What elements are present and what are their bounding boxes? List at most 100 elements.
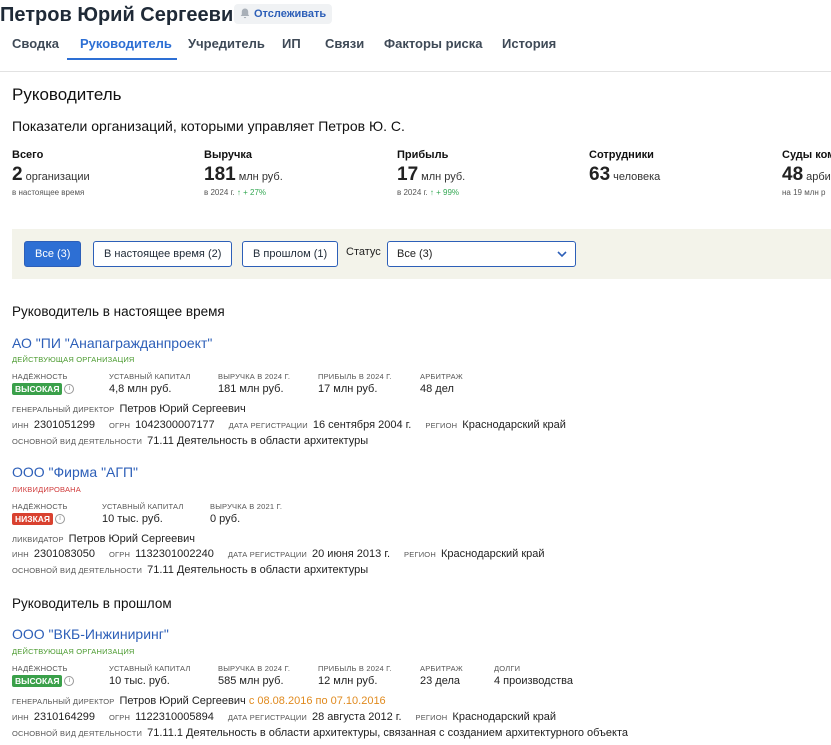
role-person[interactable]: Петров Юрий Сергеевич [119, 403, 245, 415]
org-link[interactable]: ООО "Фирма "АГП" [12, 464, 138, 480]
reliability-badge: НИЗКАЯ [12, 513, 54, 526]
info-icon[interactable]: i [55, 514, 66, 525]
track-button[interactable]: Отслеживать [234, 4, 333, 24]
field-value: 12 млн руб. [318, 675, 378, 687]
inn-value: 2310164299 [33, 711, 96, 723]
filter-past-button[interactable]: В прошлом (1) [242, 241, 339, 267]
tab-risk-factors[interactable]: Факторы риска [384, 36, 483, 60]
region-label: РЕГИОН [415, 713, 448, 722]
info-icon[interactable]: i [64, 676, 75, 687]
field-label: АРБИТРАЖ [420, 664, 463, 673]
tab-history[interactable]: История [502, 36, 556, 60]
role-label: ГЕНЕРАЛЬНЫЙ ДИРЕКТОР [12, 697, 115, 706]
activity-label: ОСНОВНОЙ ВИД ДЕЯТЕЛЬНОСТИ [12, 566, 143, 575]
reg-date-value: 20 июня 2013 г. [312, 548, 391, 560]
field-value: 585 млн руб. [218, 675, 284, 687]
profit-field: ПРИБЫЛЬ В 2024 Г. 17 млн руб. [318, 372, 392, 395]
org-ids-line: ИНН 2301083050 ОГРН 1132301002240 ДАТА РЕГИС… [12, 548, 545, 560]
org-ids-line: ИНН 2310164299 ОГРН 1122310005894 ДАТА РЕГИС… [12, 711, 556, 723]
stat-value: 2 [12, 164, 23, 185]
role-period: с 08.08.2016 по 07.10.2016 [248, 695, 386, 707]
stat-value: 181 [204, 164, 236, 185]
field-value[interactable]: 48 дел [420, 383, 463, 395]
tab-manager[interactable]: Руководитель [80, 36, 172, 60]
field-label: ПРИБЫЛЬ В 2024 Г. [318, 372, 392, 381]
field-value: 17 млн руб. [318, 383, 378, 395]
filter-all-button[interactable]: Все (3) [24, 241, 82, 267]
field-label: ПРИБЫЛЬ В 2024 Г. [318, 664, 392, 673]
role-person[interactable]: Петров Юрий Сергеевич [119, 695, 245, 707]
status-label: Статус [346, 246, 381, 258]
activity-value: 71.11 Деятельность в области архитектуры [147, 564, 369, 576]
ogrn-value: 1132301002240 [135, 548, 214, 560]
activity-value: 71.11.1 Деятельность в области архитекту… [147, 727, 629, 739]
page-header: Петров Юрий Сергеевич Отслеживать Сводка… [0, 0, 831, 72]
activity-label: ОСНОВНОЙ ВИД ДЕЯТЕЛЬНОСТИ [12, 437, 143, 446]
role-label: ЛИКВИДАТОР [12, 535, 64, 544]
stat-value: 17 [397, 164, 419, 185]
field-value: 4,8 млн руб. [109, 383, 172, 395]
stat-sub: в настоящее время [12, 188, 85, 197]
org-status: ЛИКВИДИРОВАНА [12, 485, 81, 494]
reg-date-value: 28 августа 2012 г. [312, 711, 402, 723]
active-tab-indicator [67, 58, 177, 60]
org-status: ДЕЙСТВУЮЩАЯ ОРГАНИЗАЦИЯ [12, 355, 135, 364]
stat-label: Прибыль [397, 149, 449, 161]
revenue-field: ВЫРУЧКА В 2021 Г. 0 руб. [210, 502, 282, 525]
activity-label: ОСНОВНОЙ ВИД ДЕЯТЕЛЬНОСТИ [12, 729, 143, 738]
field-value[interactable]: 4 производства [494, 675, 573, 687]
org-activity-line: ОСНОВНОЙ ВИД ДЕЯТЕЛЬНОСТИ 71.11 Деятельно… [12, 564, 368, 576]
arbitrage-field: АРБИТРАЖ 23 дела [420, 664, 463, 687]
field-label: ВЫРУЧКА В 2021 Г. [210, 502, 283, 511]
reg-date-label: ДАТА РЕГИСТРАЦИИ [227, 550, 308, 559]
reliability-field: НАДЁЖНОСТЬ ВЫСОКАЯ i [12, 372, 75, 396]
field-label: УСТАВНЫЙ КАПИТАЛ [109, 372, 191, 381]
field-value[interactable]: 23 дела [420, 675, 463, 687]
region-label: РЕГИОН [404, 550, 436, 559]
stat-label: Всего [12, 149, 44, 161]
org-role-line: ЛИКВИДАТОР Петров Юрий Сергеевич [12, 533, 195, 545]
chevron-down-icon [557, 251, 567, 258]
field-value: 10 тыс. руб. [102, 513, 163, 525]
arbitrage-field: АРБИТРАЖ 48 дел [420, 372, 463, 395]
org-link[interactable]: АО "ПИ "Анапагражданпроект" [12, 335, 212, 351]
page-subtitle: Показатели организаций, которыми управля… [12, 118, 405, 134]
org-activity-line: ОСНОВНОЙ ВИД ДЕЯТЕЛЬНОСТИ 71.11 Деятельно… [12, 435, 368, 447]
stat-value: 48 [782, 164, 804, 185]
field-label: НАДЁЖНОСТЬ [12, 664, 68, 673]
tab-links[interactable]: Связи [325, 36, 364, 60]
ogrn-label: ОГРН [109, 550, 131, 559]
filter-current-button[interactable]: В настоящее время (2) [93, 241, 233, 267]
field-label: НАДЁЖНОСТЬ [12, 502, 68, 511]
role-person[interactable]: Петров Юрий Сергеевич [69, 533, 195, 545]
activity-value: 71.11 Деятельность в области архитектуры [147, 435, 369, 447]
stat-profit: Прибыль 17 млн руб. в 2024 г. ↑ + 99% [397, 149, 465, 197]
debts-field: ДОЛГИ 4 производства [494, 664, 573, 687]
tab-ip[interactable]: ИП [282, 36, 301, 60]
info-icon[interactable]: i [64, 384, 75, 395]
reliability-field: НАДЁЖНОСТЬ ВЫСОКАЯ i [12, 664, 75, 688]
inn-label: ИНН [12, 713, 29, 722]
field-label: ВЫРУЧКА В 2024 Г. [218, 372, 291, 381]
reliability-field: НАДЁЖНОСТЬ НИЗКАЯ i [12, 502, 68, 526]
stat-courts: Суды ком 48 арби на 19 млн р [782, 149, 831, 197]
stat-sub: на 19 млн р [782, 188, 826, 197]
reg-date-label: ДАТА РЕГИСТРАЦИИ [227, 713, 308, 722]
org-role-line: ГЕНЕРАЛЬНЫЙ ДИРЕКТОР Петров Юрий Сергееви… [12, 695, 386, 707]
track-label: Отслеживать [254, 8, 327, 20]
stat-employees: Сотрудники 63 человека [589, 149, 660, 186]
stat-unit: человека [613, 171, 661, 183]
stat-delta: ↑ + 99% [429, 188, 460, 197]
org-link[interactable]: ООО "ВКБ-Инжиниринг" [12, 626, 169, 642]
inn-value: 2301051299 [33, 419, 96, 431]
reg-date-value: 16 сентября 2004 г. [312, 419, 412, 431]
tab-summary[interactable]: Сводка [12, 36, 59, 60]
field-value: 0 руб. [210, 513, 241, 525]
region-value: Краснодарский край [452, 711, 557, 723]
ogrn-value: 1042300007177 [135, 419, 215, 431]
role-label: ГЕНЕРАЛЬНЫЙ ДИРЕКТОР [12, 405, 115, 414]
stat-value: 63 [589, 164, 611, 185]
tab-founder[interactable]: Учредитель [188, 36, 265, 60]
stat-unit: млн руб. [238, 171, 283, 183]
status-select[interactable]: Все (3) [387, 241, 576, 267]
